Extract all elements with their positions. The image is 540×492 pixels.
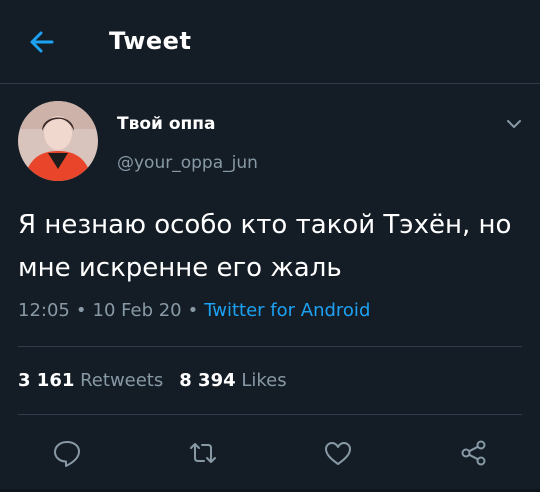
page-title: Tweet (109, 27, 192, 55)
retweets-label: Retweets (80, 370, 164, 391)
tweet-text: Я незнаю особо кто такой Тэхён, но мне и… (18, 210, 512, 283)
share-button[interactable] (459, 438, 489, 468)
retweet-icon (190, 443, 216, 463)
retweets-count: 3 161 (18, 370, 75, 391)
avatar-image (18, 101, 98, 181)
author-handle[interactable]: @your_oppa_jun (117, 153, 258, 173)
tweet-stats: 3 161 Retweets 8 394 Likes (18, 370, 287, 391)
heart-icon (325, 442, 351, 465)
tweet-meta: 12:05 • 10 Feb 20 • Twitter for Android (18, 300, 370, 321)
meta-separator: • (187, 300, 199, 321)
tweet-time: 12:05 (18, 300, 70, 321)
share-icon (461, 440, 486, 466)
author-name[interactable]: Твой оппа (117, 114, 216, 134)
divider (18, 346, 522, 347)
tweet-source-link[interactable]: Twitter for Android (204, 300, 370, 321)
arrow-left-icon (30, 31, 54, 53)
meta-separator: • (75, 300, 87, 321)
likes-stat[interactable]: 8 394 Likes (179, 370, 286, 391)
tweet-screen: Tweet Твой оппа @your_oppa_jun Я незнаю … (0, 0, 540, 492)
back-button[interactable] (26, 26, 58, 58)
reply-button[interactable] (52, 438, 82, 468)
like-button[interactable] (323, 438, 353, 468)
divider (18, 414, 522, 415)
top-bar: Tweet (0, 0, 540, 84)
retweets-stat[interactable]: 3 161 Retweets (18, 370, 163, 391)
tweet-date: 10 Feb 20 (92, 300, 182, 321)
more-options-button[interactable] (504, 114, 524, 134)
retweet-button[interactable] (188, 438, 218, 468)
likes-label: Likes (241, 370, 287, 391)
chevron-down-icon (507, 120, 521, 128)
likes-count: 8 394 (179, 370, 236, 391)
avatar[interactable] (18, 101, 98, 181)
reply-icon (54, 441, 80, 467)
